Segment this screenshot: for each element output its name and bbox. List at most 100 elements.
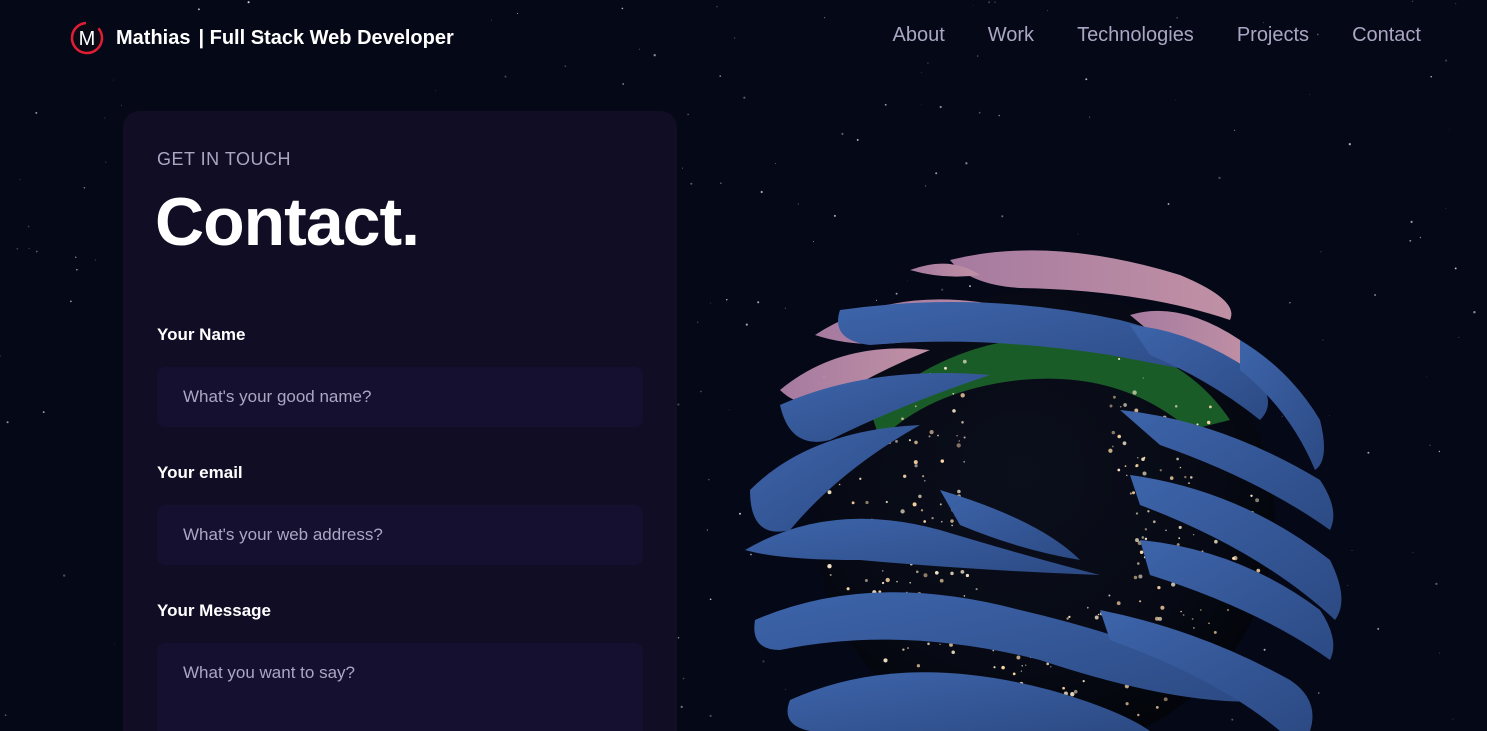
city-light [1208, 405, 1212, 409]
city-light [1179, 466, 1182, 469]
city-light [958, 440, 960, 442]
city-light [1226, 608, 1230, 612]
star [690, 182, 693, 185]
city-light [1062, 686, 1065, 690]
brand-tagline: | Full Stack Web Developer [198, 26, 454, 49]
city-light [914, 440, 918, 445]
city-light [929, 430, 934, 435]
star [1409, 239, 1412, 242]
star [1445, 208, 1447, 210]
city-light [883, 658, 888, 663]
city-light [1109, 404, 1113, 408]
star [4, 714, 7, 717]
city-light [1200, 609, 1202, 611]
star [978, 111, 981, 114]
city-light [1020, 670, 1023, 672]
city-light [851, 501, 855, 505]
city-light [1117, 468, 1121, 472]
city-light [939, 503, 942, 506]
city-light [939, 578, 944, 583]
nav-link-work[interactable]: Work [988, 24, 1034, 47]
star [760, 190, 763, 194]
city-light [931, 516, 934, 520]
star [6, 421, 9, 424]
star [105, 161, 107, 163]
city-light [944, 366, 947, 370]
city-light [1135, 464, 1138, 468]
star [1001, 215, 1004, 218]
city-light [1143, 456, 1146, 459]
star [27, 225, 30, 228]
star [0, 355, 1, 357]
nav-link-contact[interactable]: Contact [1352, 24, 1421, 47]
city-light [1073, 689, 1078, 694]
city-light [846, 587, 850, 591]
star [1419, 236, 1422, 239]
city-light [1066, 617, 1069, 620]
city-light [1082, 679, 1085, 683]
star [28, 248, 30, 249]
city-light [993, 666, 996, 669]
star [935, 172, 938, 175]
city-light [1157, 585, 1161, 590]
star [708, 478, 710, 481]
city-light [1129, 492, 1133, 495]
city-light [913, 460, 918, 465]
city-light [1184, 475, 1187, 479]
city-light [1122, 441, 1127, 446]
brand-name: Mathias [116, 26, 191, 49]
city-light [1213, 630, 1217, 634]
nav-link-projects[interactable]: Projects [1237, 24, 1309, 47]
name-input[interactable] [157, 367, 643, 427]
top-navbar: M Mathias | Full Stack Web Developer Abo… [0, 0, 1487, 76]
star [677, 403, 680, 406]
city-light [957, 489, 961, 494]
city-light [914, 405, 917, 408]
earth-globe-canvas[interactable] [720, 230, 1380, 731]
nav-link-about[interactable]: About [892, 24, 944, 47]
city-light [961, 421, 964, 424]
city-light [1142, 471, 1147, 476]
city-light [1132, 491, 1135, 495]
city-light [1135, 512, 1139, 515]
city-light [1256, 568, 1261, 573]
city-light [1147, 510, 1150, 513]
city-light [1108, 448, 1113, 453]
city-light [1178, 537, 1181, 540]
star [69, 300, 72, 303]
star [965, 162, 968, 165]
city-light [951, 650, 955, 655]
city-light [965, 573, 970, 578]
section-eyebrow: GET IN TOUCH [157, 149, 292, 169]
city-light [1050, 666, 1052, 668]
star [841, 132, 844, 135]
city-light [975, 588, 978, 591]
star [680, 705, 683, 709]
star [35, 111, 38, 114]
brand-link[interactable]: M Mathias | Full Stack Web Developer [70, 20, 454, 56]
city-light [1163, 697, 1168, 702]
star [998, 114, 1000, 117]
star [1412, 552, 1414, 554]
message-textarea[interactable] [157, 643, 643, 731]
city-light [1208, 622, 1210, 625]
star [856, 138, 859, 141]
city-light [1160, 605, 1165, 610]
star [706, 529, 708, 531]
star [19, 178, 21, 180]
city-light [1142, 377, 1144, 379]
city-light [960, 393, 965, 398]
star [63, 574, 66, 577]
star [710, 302, 712, 304]
section-title: Contact. [155, 184, 420, 260]
city-light [951, 524, 953, 527]
city-light [1144, 537, 1148, 541]
city-light [918, 494, 922, 499]
nav-link-technologies[interactable]: Technologies [1077, 24, 1194, 47]
city-light [885, 577, 890, 583]
star [1410, 220, 1413, 223]
star [435, 89, 437, 91]
city-light [1180, 610, 1182, 613]
city-light [1113, 395, 1116, 399]
email-input[interactable] [157, 505, 643, 565]
